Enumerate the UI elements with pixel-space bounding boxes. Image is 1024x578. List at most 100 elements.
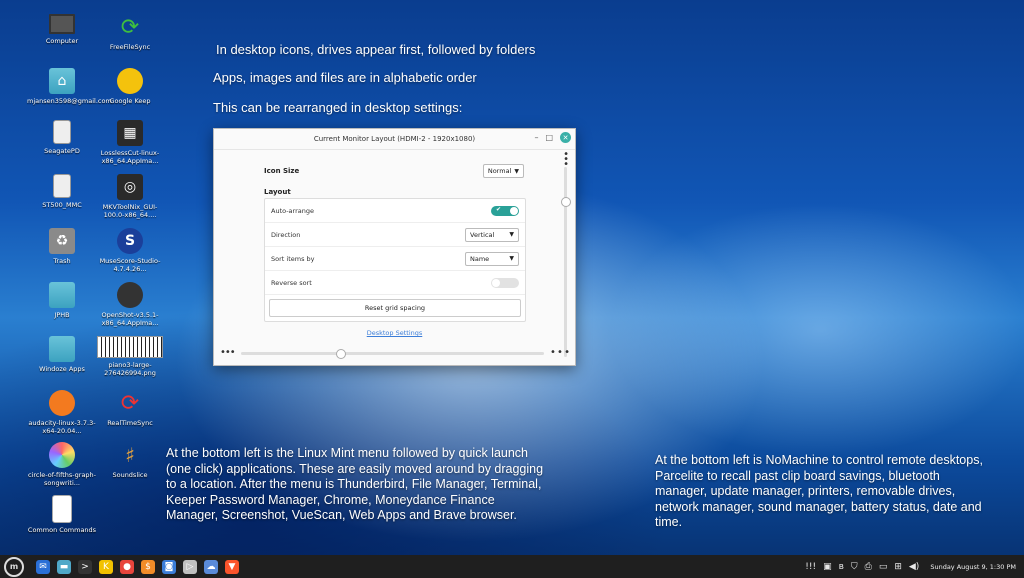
- note-panel-right: At the bottom left is NoMachine to contr…: [655, 453, 983, 529]
- icon-size-label: Icon Size: [264, 167, 300, 175]
- kebab-menu-icon[interactable]: • • •: [563, 150, 569, 170]
- sort-value: Name: [470, 254, 490, 263]
- brave-launcher-icon[interactable]: ▼: [225, 559, 239, 574]
- reverse-sort-row: Reverse sort: [265, 271, 525, 295]
- network-icon[interactable]: ⊞: [894, 562, 902, 572]
- web-apps-launcher-icon[interactable]: ☁: [204, 559, 218, 574]
- close-icon[interactable]: ✕: [560, 132, 571, 143]
- desktop-icon-label: Soundslice: [112, 471, 148, 479]
- desktop-icon-10[interactable]: JPHB: [27, 282, 97, 319]
- chevron-down-icon: ▼: [509, 255, 514, 262]
- direction-dropdown[interactable]: Vertical ▼: [465, 227, 519, 242]
- bottom-panel: m ✉ ▬ > K ● $ ◙ ▷ ☁ ▼ !!! ▣ ʙ ⛉ ⎙ ▭ ⊞ ◀) Sunday August 9,…: [0, 555, 1024, 578]
- desktop-icon-9[interactable]: S MuseScore-Studio-4.7.4.26...: [95, 228, 165, 273]
- soundslice-icon: ♯: [125, 443, 135, 467]
- auto-arrange-toggle[interactable]: ✔: [491, 205, 519, 216]
- note-icon-order: In desktop icons, drives appear first, f…: [216, 42, 536, 57]
- desktop-icon-label: FreeFileSync: [109, 43, 151, 51]
- openshot-icon: [117, 282, 143, 308]
- desktop-icon-label: Common Commands: [27, 526, 97, 534]
- maximize-icon[interactable]: □: [545, 133, 553, 142]
- quick-launch-area: ✉ ▬ > K ● $ ◙ ▷ ☁ ▼: [36, 559, 239, 574]
- desktop-icon-1[interactable]: ⟳ FreeFileSync: [95, 14, 165, 52]
- desktop-settings-link[interactable]: Desktop Settings: [214, 329, 575, 337]
- desktop-icon-label: RealTimeSync: [107, 419, 153, 427]
- auto-arrange-row: Auto-arrange ✔: [265, 199, 525, 223]
- clock[interactable]: Sunday August 9, 1:30 PM: [930, 563, 1016, 571]
- more-right-icon[interactable]: • • •: [550, 348, 570, 358]
- desktop-icon-label: Windoze Apps: [39, 365, 85, 373]
- desktop-icon-5[interactable]: ▦ LosslessCut-linux-x86_64.AppIma...: [95, 120, 165, 165]
- vertical-scroll-thumb[interactable]: [561, 197, 571, 207]
- desktop-icon-7[interactable]: ◎ MKVToolNix_GUI-100.0-x86_64....: [95, 174, 165, 219]
- dialog-titlebar[interactable]: Current Monitor Layout (HDMI-2 - 1920x10…: [214, 129, 575, 150]
- more-left-icon[interactable]: •••: [220, 348, 236, 358]
- home-folder-icon: ⌂: [49, 68, 75, 94]
- direction-value: Vertical: [470, 230, 495, 239]
- desktop-icon-18[interactable]: Common Commands: [27, 495, 97, 534]
- file-manager-launcher-icon[interactable]: ▬: [57, 559, 71, 574]
- sort-dropdown[interactable]: Name ▼: [465, 251, 519, 266]
- horizontal-scrollbar[interactable]: [240, 348, 544, 359]
- system-tray: !!! ▣ ʙ ⛉ ⎙ ▭ ⊞ ◀) Sunday August 9, 1:30 PM: [805, 555, 1016, 578]
- chrome-launcher-icon[interactable]: ●: [120, 559, 134, 574]
- desktop-icon-label: MKVToolNix_GUI-100.0-x86_64....: [102, 203, 158, 219]
- image-file-icon: [97, 336, 163, 358]
- direction-label: Direction: [271, 230, 301, 239]
- auto-arrange-label: Auto-arrange: [271, 206, 314, 215]
- losslesscut-icon: ▦: [117, 120, 143, 146]
- nomachine-icon[interactable]: !!!: [805, 562, 816, 572]
- desktop-icon-label: LosslessCut-linux-x86_64.AppIma...: [100, 149, 160, 165]
- folder-icon: [49, 282, 75, 308]
- desktop-icon-15[interactable]: ⟳ RealTimeSync: [95, 390, 165, 428]
- desktop-icon-label: ST500_MMC: [42, 201, 82, 209]
- reset-grid-button[interactable]: Reset grid spacing: [269, 299, 521, 317]
- linux-mint-menu-icon[interactable]: m: [4, 556, 24, 577]
- circle-of-fifths-icon: [49, 442, 75, 468]
- bluetooth-icon[interactable]: ʙ: [839, 562, 844, 572]
- icon-size-row: Icon Size Normal ▼: [264, 163, 524, 179]
- drive-icon: [53, 174, 71, 198]
- keeper-launcher-icon[interactable]: K: [99, 559, 113, 574]
- desktop-icon-6[interactable]: ST500_MMC: [27, 174, 97, 209]
- removable-drive-icon[interactable]: ▭: [879, 562, 888, 572]
- desktop-icon-11[interactable]: OpenShot-v3.5.1-x86_64.AppIma...: [95, 282, 165, 327]
- parcelite-icon[interactable]: ▣: [823, 562, 832, 572]
- desktop-icon-16[interactable]: circle-of-fifths-graph-songwriti...: [27, 442, 97, 487]
- desktop-icon-label: Computer: [45, 37, 79, 45]
- horizontal-scroll-thumb[interactable]: [335, 348, 346, 359]
- volume-icon[interactable]: ◀): [909, 562, 919, 572]
- desktop-icon-4[interactable]: SeagatePD: [27, 120, 97, 155]
- icon-size-dropdown[interactable]: Normal ▼: [482, 164, 524, 178]
- update-manager-icon[interactable]: ⛉: [851, 562, 858, 572]
- google-keep-icon: [117, 68, 143, 94]
- reverse-sort-label: Reverse sort: [271, 278, 312, 287]
- desktop-icon-13[interactable]: piano3-large-276426994.png: [95, 336, 165, 377]
- desktop-icon-12[interactable]: Windoze Apps: [27, 336, 97, 373]
- desktop-icon-14[interactable]: audacity-linux-3.7.3-x64-20.04...: [27, 390, 97, 435]
- terminal-launcher-icon[interactable]: >: [78, 559, 92, 574]
- chevron-down-icon: ▼: [509, 231, 514, 238]
- desktop-icon-17[interactable]: ♯ Soundslice: [95, 442, 165, 479]
- vuescan-launcher-icon[interactable]: ▷: [183, 559, 197, 574]
- desktop-icon-2[interactable]: ⌂ mjansen3598@gmail.com: [27, 68, 112, 105]
- folder-icon: [49, 336, 75, 362]
- desktop-icon-8[interactable]: ♻ Trash: [27, 228, 97, 265]
- minimize-icon[interactable]: –: [534, 133, 538, 142]
- desktop-icon-0[interactable]: Computer: [27, 14, 97, 45]
- direction-row: Direction Vertical ▼: [265, 223, 525, 247]
- chevron-down-icon: ▼: [514, 167, 519, 175]
- monitor-layout-dialog: Current Monitor Layout (HDMI-2 - 1920x10…: [213, 128, 576, 366]
- desktop-icon-3[interactable]: Google Keep: [95, 68, 165, 105]
- reverse-sort-toggle[interactable]: [491, 277, 519, 288]
- drive-icon: [53, 120, 71, 144]
- computer-icon: [49, 14, 75, 34]
- thunderbird-launcher-icon[interactable]: ✉: [36, 559, 50, 574]
- icon-size-value: Normal: [487, 167, 512, 175]
- moneydance-launcher-icon[interactable]: $: [141, 559, 155, 574]
- checkmark-icon: ✔: [496, 205, 502, 213]
- screenshot-launcher-icon[interactable]: ◙: [162, 559, 176, 574]
- layout-heading: Layout: [264, 188, 291, 196]
- printer-icon[interactable]: ⎙: [865, 562, 872, 572]
- sort-label: Sort items by: [271, 254, 315, 263]
